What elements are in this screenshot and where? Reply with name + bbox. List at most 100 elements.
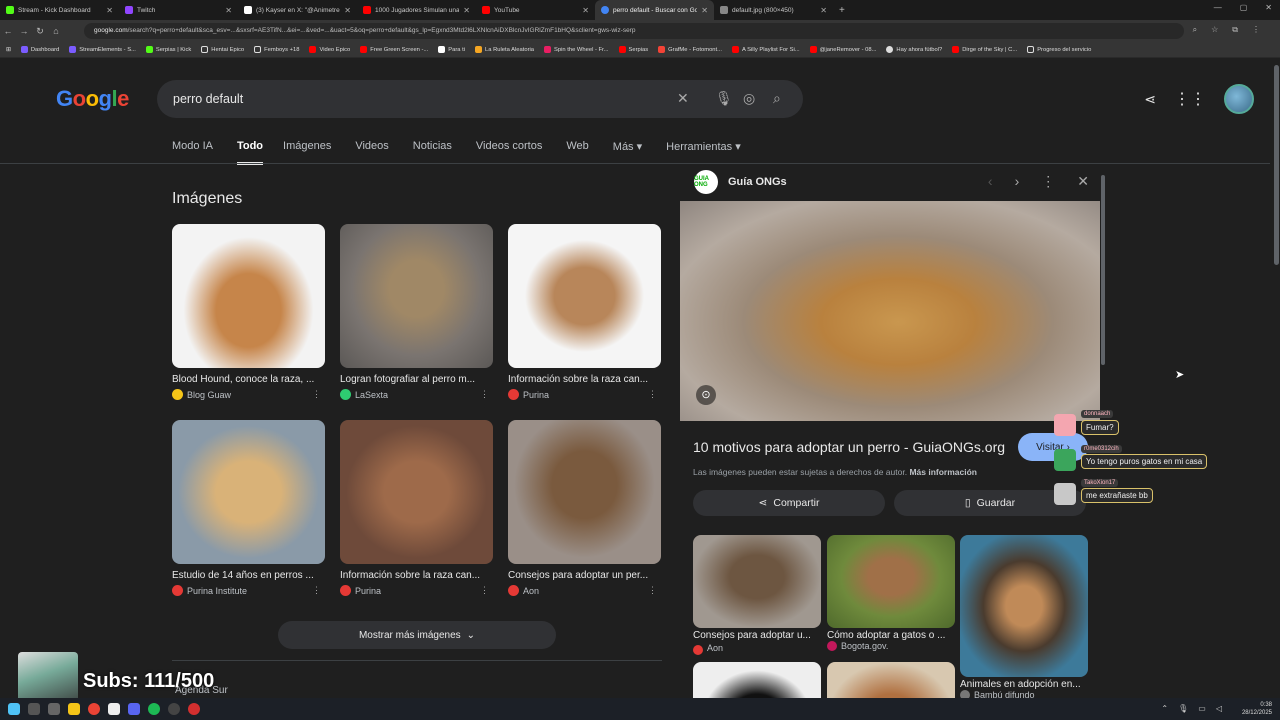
- close-icon[interactable]: ✕: [1077, 173, 1089, 190]
- app-icon[interactable]: [108, 703, 120, 715]
- result-title[interactable]: Logran fotografiar al perro m...: [340, 374, 493, 385]
- reload-icon[interactable]: ↻: [32, 26, 48, 37]
- tab-web[interactable]: Web: [566, 140, 588, 165]
- result-title[interactable]: Estudio de 14 años en perros ...: [172, 570, 325, 581]
- result-title[interactable]: Blood Hound, conoce la raza, ...: [172, 374, 325, 385]
- tab-videos[interactable]: Videos: [355, 140, 388, 165]
- image-result[interactable]: Consejos para adoptar un per... Aon ⋮: [508, 420, 661, 596]
- forward-icon[interactable]: →: [16, 26, 32, 36]
- browser-tab[interactable]: Stream - Kick Dashboard ✕: [0, 0, 119, 20]
- tab-noticias[interactable]: Noticias: [413, 140, 452, 165]
- mic-icon[interactable]: 🎙: [1178, 704, 1188, 713]
- apps-icon[interactable]: ⊞: [6, 47, 11, 53]
- result-thumbnail[interactable]: [172, 420, 325, 564]
- image-result[interactable]: Información sobre la raza can... Purina ⋮: [508, 224, 661, 400]
- share-icon[interactable]: ⋖: [1144, 91, 1156, 108]
- bookmark[interactable]: Dirge of the Sky | C...: [952, 46, 1017, 53]
- related-thumbnail[interactable]: [827, 535, 955, 628]
- app-icon[interactable]: [188, 703, 200, 715]
- bookmark[interactable]: @janeRemover - 08...: [809, 46, 876, 53]
- bookmark[interactable]: La Ruleta Aleatoria: [475, 46, 534, 53]
- taskview-icon[interactable]: [48, 703, 60, 715]
- result-thumbnail[interactable]: [508, 420, 661, 564]
- share-button[interactable]: ⋖ Compartir: [693, 490, 885, 516]
- prev-icon[interactable]: ‹: [988, 173, 993, 190]
- home-icon[interactable]: ⌂: [48, 26, 64, 36]
- tab-videos-cortos[interactable]: Videos cortos: [476, 140, 542, 165]
- site-name[interactable]: Guía ONGs: [728, 176, 787, 188]
- bookmark[interactable]: Para ti: [438, 46, 465, 53]
- menu-icon[interactable]: ⋮: [1252, 25, 1260, 35]
- close-icon[interactable]: ✕: [582, 6, 589, 15]
- related-thumbnail[interactable]: [693, 535, 821, 628]
- close-icon[interactable]: ✕: [820, 6, 827, 15]
- more-options-icon[interactable]: ⋮: [480, 585, 489, 596]
- bookmark[interactable]: Free Green Screen -...: [360, 46, 428, 53]
- related-title[interactable]: Animales en adopción en...: [960, 679, 1088, 690]
- more-options-icon[interactable]: ⋮: [648, 585, 657, 596]
- bookmark[interactable]: Femboys +18: [254, 46, 299, 53]
- bookmark[interactable]: StreamElements - S...: [69, 46, 136, 53]
- browser-tab[interactable]: Twitch ✕: [119, 0, 238, 20]
- image-result[interactable]: Estudio de 14 años en perros ... Purina …: [172, 420, 325, 596]
- tab-imagenes[interactable]: Imágenes: [283, 140, 331, 165]
- result-title[interactable]: Consejos para adoptar un per...: [508, 570, 661, 581]
- related-thumbnail[interactable]: [960, 535, 1088, 677]
- avatar[interactable]: [1224, 84, 1254, 114]
- result-title[interactable]: Información sobre la raza can...: [508, 374, 661, 385]
- bookmark[interactable]: GrafMe - Fotomont...: [658, 46, 722, 53]
- image-result[interactable]: Información sobre la raza can... Purina ⋮: [340, 420, 493, 596]
- lens-icon[interactable]: ⊙: [696, 385, 716, 405]
- bookmark[interactable]: Progreso del servicio: [1027, 46, 1091, 53]
- star-icon[interactable]: ☆: [1211, 25, 1218, 35]
- more-info-link[interactable]: Más información: [909, 467, 977, 477]
- chrome-icon[interactable]: [88, 703, 100, 715]
- tab-todo[interactable]: Todo: [236, 140, 264, 165]
- apps-grid-icon[interactable]: ⋮⋮: [1174, 89, 1206, 109]
- bookmark[interactable]: Spin the Wheel - Fr...: [544, 46, 609, 53]
- minimize-icon[interactable]: —: [1214, 3, 1222, 12]
- browser-tab[interactable]: 1000 Jugadores Simulan una C ✕: [357, 0, 476, 20]
- google-logo[interactable]: Google: [56, 86, 129, 112]
- result-thumbnail[interactable]: [508, 224, 661, 368]
- panel-scrollbar[interactable]: [1101, 175, 1105, 365]
- tab-herramientas[interactable]: Herramientas ▾: [666, 140, 741, 165]
- tab-mas[interactable]: Más ▾: [613, 140, 642, 165]
- bookmark[interactable]: Serpias: [618, 46, 648, 53]
- back-icon[interactable]: ←: [0, 26, 16, 36]
- related-title[interactable]: Consejos para adoptar u...: [693, 630, 821, 641]
- bookmark[interactable]: Dashboard: [20, 46, 59, 53]
- related-image[interactable]: Cómo adoptar a gatos o ... Bogota.gov.: [827, 535, 955, 651]
- result-title[interactable]: Información sobre la raza can...: [340, 570, 493, 581]
- close-icon[interactable]: ✕: [463, 6, 470, 15]
- browser-tab[interactable]: YouTube ✕: [476, 0, 595, 20]
- browser-tab-active[interactable]: perro default - Buscar con Goo ✕: [595, 0, 714, 20]
- image-result[interactable]: Logran fotografiar al perro m... LaSexta…: [340, 224, 493, 400]
- page-scrollbar[interactable]: [1274, 65, 1279, 265]
- more-options-icon[interactable]: ⋮: [312, 389, 321, 400]
- clear-icon[interactable]: ✕: [677, 90, 689, 107]
- browser-tab[interactable]: default.jpg (800×450) ✕: [714, 0, 833, 20]
- bookmark[interactable]: Video Epico: [309, 46, 350, 53]
- related-image[interactable]: Consejos para adoptar u... Aon: [693, 535, 821, 655]
- close-icon[interactable]: ✕: [701, 6, 708, 15]
- spotify-icon[interactable]: [148, 703, 160, 715]
- result-thumbnail[interactable]: [172, 224, 325, 368]
- bookmark[interactable]: Hay ahora fútbol?: [886, 46, 942, 53]
- more-options-icon[interactable]: ⋮: [480, 389, 489, 400]
- close-icon[interactable]: ✕: [225, 6, 232, 15]
- start-icon[interactable]: [8, 703, 20, 715]
- bookmark[interactable]: A Silly Playlist For Si...: [731, 46, 800, 53]
- result-thumbnail[interactable]: [340, 224, 493, 368]
- explorer-icon[interactable]: [68, 703, 80, 715]
- bookmark[interactable]: Hentai Epico: [201, 46, 244, 53]
- zoom-icon[interactable]: ⌕: [1193, 25, 1197, 35]
- next-icon[interactable]: ›: [1015, 173, 1020, 190]
- network-icon[interactable]: ▭: [1198, 704, 1206, 713]
- close-icon[interactable]: ✕: [106, 6, 113, 15]
- related-image[interactable]: Animales en adopción en... Bambú difundo: [960, 535, 1088, 700]
- more-options-icon[interactable]: ⋮: [648, 389, 657, 400]
- discord-icon[interactable]: [128, 703, 140, 715]
- new-tab-icon[interactable]: +: [839, 5, 845, 16]
- browser-tab[interactable]: (3) Kayser en X: "@Animetrends✕: [238, 0, 357, 20]
